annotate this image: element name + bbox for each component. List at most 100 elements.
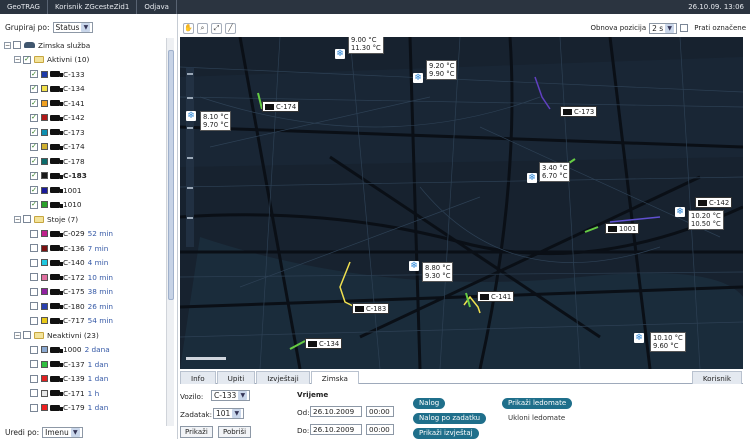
tree-vehicle-item[interactable]: C-171 1 h <box>4 386 164 401</box>
tab-info[interactable]: Info <box>180 371 216 384</box>
snowflake-icon[interactable]: ❄ <box>527 173 537 183</box>
vehicle-checkbox[interactable]: ✓ <box>30 70 38 79</box>
tree-checkbox[interactable] <box>13 41 21 50</box>
pobrisi-button[interactable]: Pobriši <box>218 426 252 438</box>
nalog-button[interactable]: Nalog <box>413 398 446 409</box>
tree-vehicle-item[interactable]: ✓ C-173 <box>4 125 164 140</box>
tab-korisnik[interactable]: Korisnik <box>691 371 742 384</box>
vozilo-select[interactable]: C-133 ▼ <box>211 390 251 401</box>
vehicle-marker[interactable]: C-183 <box>352 303 390 314</box>
prikazi-izvjestaj-button[interactable]: Prikaži izvještaj <box>413 428 479 439</box>
tree-vehicle-item[interactable]: ✓ C-174 <box>4 140 164 155</box>
do-time-input[interactable]: 00:00 <box>366 424 394 435</box>
vehicle-marker[interactable]: C-141 <box>477 291 515 302</box>
tree-vehicle-item[interactable]: ✓ 1010 <box>4 198 164 213</box>
collapse-icon[interactable]: − <box>14 56 21 64</box>
tree-vehicle-item[interactable]: ✓ 1001 <box>4 183 164 198</box>
tree-vehicle-item[interactable]: C-029 52 min <box>4 227 164 242</box>
prikazi-button[interactable]: Prikaži <box>180 426 213 438</box>
vehicle-checkbox[interactable]: ✓ <box>30 113 38 122</box>
fullscreen-icon[interactable]: ⤢ <box>211 22 222 34</box>
vehicle-checkbox[interactable]: ✓ <box>30 84 38 93</box>
vehicle-checkbox[interactable] <box>30 403 38 412</box>
vehicle-marker[interactable]: C-134 <box>305 338 343 349</box>
tab-upiti[interactable]: Upiti <box>216 371 256 384</box>
map-view[interactable]: C-174 C-173 C-142 1001 C-141 C-183 C-134 ❄ 9.00… <box>180 37 743 369</box>
tree-group[interactable]: − ✓ Aktivni (10) <box>4 53 164 68</box>
vehicle-checkbox[interactable]: ✓ <box>30 186 38 195</box>
tree-vehicle-item[interactable]: ✓ C-134 <box>4 82 164 97</box>
vehicle-checkbox[interactable]: ✓ <box>30 142 38 151</box>
vehicle-marker[interactable]: C-173 <box>560 106 598 117</box>
vehicle-checkbox[interactable] <box>30 273 38 282</box>
tree-checkbox[interactable] <box>23 331 31 340</box>
tree-root[interactable]: − Zimska služba <box>4 38 164 53</box>
vehicle-checkbox[interactable]: ✓ <box>30 128 38 137</box>
tree-vehicle-item[interactable]: C-180 26 min <box>4 299 164 314</box>
scrollbar-thumb[interactable] <box>168 50 174 300</box>
tree-vehicle-item[interactable]: ✓ C-141 <box>4 96 164 111</box>
od-time-input[interactable]: 00:00 <box>366 406 394 417</box>
tree-group[interactable]: − Neaktivni (23) <box>4 328 164 343</box>
ukloni-ledomate-button[interactable]: Ukloni ledomate <box>502 413 572 424</box>
snowflake-icon[interactable]: ❄ <box>634 333 644 343</box>
vehicle-checkbox[interactable]: ✓ <box>30 200 38 209</box>
logout-link[interactable]: Odjava <box>137 0 177 14</box>
tree-vehicle-item[interactable]: ✓ C-178 <box>4 154 164 169</box>
follow-checkbox[interactable] <box>680 24 689 32</box>
vehicle-checkbox[interactable]: ✓ <box>30 99 38 108</box>
measure-icon[interactable]: ╱ <box>225 22 236 34</box>
vehicle-checkbox[interactable] <box>30 389 38 398</box>
snowflake-icon[interactable]: ❄ <box>675 207 685 217</box>
tree-vehicle-item[interactable]: 1000 2 dana <box>4 343 164 358</box>
vehicle-checkbox[interactable] <box>30 244 38 253</box>
zoom-icon[interactable]: ⌕ <box>197 22 208 34</box>
tree-vehicle-item[interactable]: C-140 4 min <box>4 256 164 271</box>
vehicle-checkbox[interactable] <box>30 302 38 311</box>
tree-vehicle-item[interactable]: C-179 1 dan <box>4 401 164 416</box>
tree-checkbox[interactable]: ✓ <box>23 55 31 64</box>
tree-vehicle-item[interactable]: C-172 10 min <box>4 270 164 285</box>
vehicle-checkbox[interactable] <box>30 360 38 369</box>
vehicle-checkbox[interactable]: ✓ <box>30 171 38 180</box>
tree-scrollbar[interactable] <box>166 38 174 426</box>
vehicle-checkbox[interactable] <box>30 345 38 354</box>
tree-vehicle-item[interactable]: C-175 38 min <box>4 285 164 300</box>
vehicle-marker[interactable]: C-174 <box>262 101 300 112</box>
tree-vehicle-item[interactable]: ✓ C-183 <box>4 169 164 184</box>
nalog-po-zadatku-button[interactable]: Nalog po zadatku <box>413 413 487 424</box>
pan-hand-icon[interactable]: ✋ <box>183 22 194 34</box>
snowflake-icon[interactable]: ❄ <box>409 261 419 271</box>
tree-vehicle-item[interactable]: C-717 54 min <box>4 314 164 329</box>
sort-by-select[interactable]: Imenu ▼ <box>42 427 83 438</box>
tree-vehicle-item[interactable]: C-139 1 dan <box>4 372 164 387</box>
vehicle-checkbox[interactable]: ✓ <box>30 157 38 166</box>
od-date-input[interactable]: 26.10.2009 <box>310 406 362 417</box>
tree-vehicle-item[interactable]: ✓ C-142 <box>4 111 164 126</box>
vehicle-marker[interactable]: 1001 <box>605 223 640 234</box>
collapse-icon[interactable]: − <box>4 41 11 49</box>
tree-vehicle-item[interactable]: C-137 1 dan <box>4 357 164 372</box>
tab-izvjestaji[interactable]: Izvještaji <box>256 371 310 384</box>
group-by-select[interactable]: Status ▼ <box>52 22 94 33</box>
collapse-icon[interactable]: − <box>14 215 21 223</box>
vehicle-checkbox[interactable] <box>30 229 38 238</box>
vehicle-checkbox[interactable] <box>30 258 38 267</box>
do-date-input[interactable]: 26.10.2009 <box>310 424 362 435</box>
vehicle-checkbox[interactable] <box>30 316 38 325</box>
tree-vehicle-item[interactable]: C-136 7 min <box>4 241 164 256</box>
snowflake-icon[interactable]: ❄ <box>335 49 345 59</box>
vehicle-checkbox[interactable] <box>30 374 38 383</box>
snowflake-icon[interactable]: ❄ <box>413 73 423 83</box>
snowflake-icon[interactable]: ❄ <box>186 111 196 121</box>
refresh-select[interactable]: 2 s ▼ <box>649 22 678 34</box>
collapse-icon[interactable]: − <box>14 331 21 339</box>
vehicle-marker[interactable]: C-142 <box>695 197 733 208</box>
tab-zimska[interactable]: Zimska <box>310 371 359 384</box>
tree-vehicle-item[interactable]: ✓ C-133 <box>4 67 164 82</box>
tree-group[interactable]: − Stoje (7) <box>4 212 164 227</box>
prikazi-ledomate-button[interactable]: Prikaži ledomate <box>502 398 573 409</box>
tree-checkbox[interactable] <box>23 215 31 224</box>
vehicle-checkbox[interactable] <box>30 287 38 296</box>
zadatak-select[interactable]: 101 ▼ <box>213 408 245 419</box>
